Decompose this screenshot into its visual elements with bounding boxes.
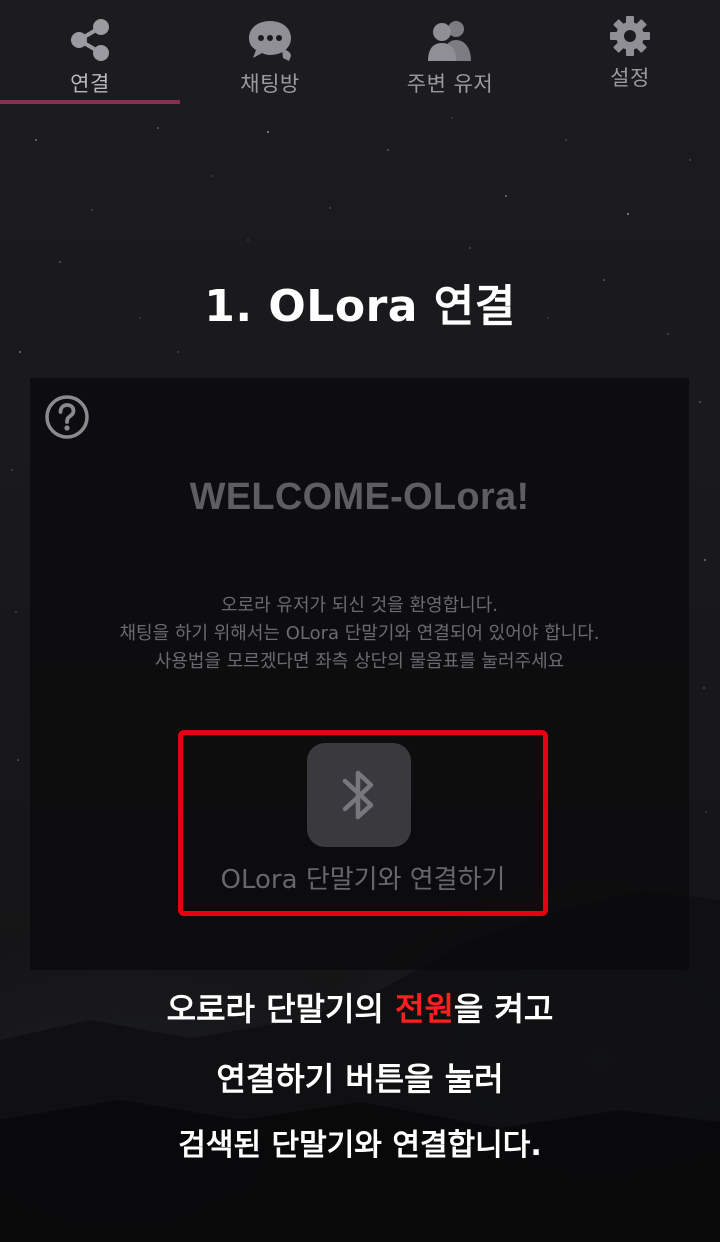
tab-chatroom[interactable]: 채팅방: [180, 0, 360, 104]
step-title: 1. OLora 연결: [204, 281, 516, 332]
welcome-description-line: 오로라 유저가 되신 것을 환영합니다.: [220, 595, 498, 616]
welcome-description-line: 채팅을 하기 위해서는 OLora 단말기와 연결되어 있어야 합니다.: [119, 623, 600, 644]
connect-device-button[interactable]: OLora 단말기와 연결하기: [178, 730, 548, 916]
instruction-highlight: 전원: [395, 990, 454, 1028]
share-icon: [0, 16, 180, 64]
welcome-card: WELCOME-OLora! 오로라 유저가 되신 것을 환영합니다. 채팅을 …: [30, 378, 689, 970]
help-icon: [45, 395, 89, 439]
instruction-line-2: 연결하기 버튼을 눌러: [216, 1060, 504, 1098]
tab-settings[interactable]: 설정: [540, 0, 720, 104]
welcome-description: 오로라 유저가 되신 것을 환영합니다. 채팅을 하기 위해서는 OLora 단…: [30, 592, 689, 676]
welcome-title: WELCOME-OLora!: [189, 476, 530, 518]
connect-device-label: OLora 단말기와 연결하기: [220, 865, 506, 895]
top-tab-bar: 연결 채팅방 주변 유저 설정: [0, 0, 720, 104]
bluetooth-icon: [342, 770, 374, 820]
tab-settings-label: 설정: [610, 66, 650, 90]
active-tab-indicator: [0, 100, 180, 104]
welcome-description-line: 사용법을 모르겠다면 좌측 상단의 물음표를 눌러주세요: [154, 651, 565, 672]
tab-connect-label: 연결: [70, 72, 110, 96]
chat-icon: [180, 16, 360, 64]
gear-icon: [540, 12, 720, 60]
instruction-line-1: 오로라 단말기의 전원을 켜고: [0, 984, 720, 1030]
help-button[interactable]: [44, 394, 90, 440]
tab-chatroom-label: 채팅방: [240, 72, 300, 96]
instruction-text: 오로라 단말기의: [166, 990, 395, 1028]
tab-nearby-users-label: 주변 유저: [406, 72, 494, 96]
tab-nearby-users[interactable]: 주변 유저: [360, 0, 540, 104]
instruction-line-3: 검색된 단말기와 연결합니다.: [178, 1128, 542, 1163]
bluetooth-button[interactable]: [307, 743, 411, 847]
instruction-text: 을 켜고: [453, 990, 554, 1028]
users-icon: [360, 16, 540, 64]
tab-connect[interactable]: 연결: [0, 0, 180, 104]
